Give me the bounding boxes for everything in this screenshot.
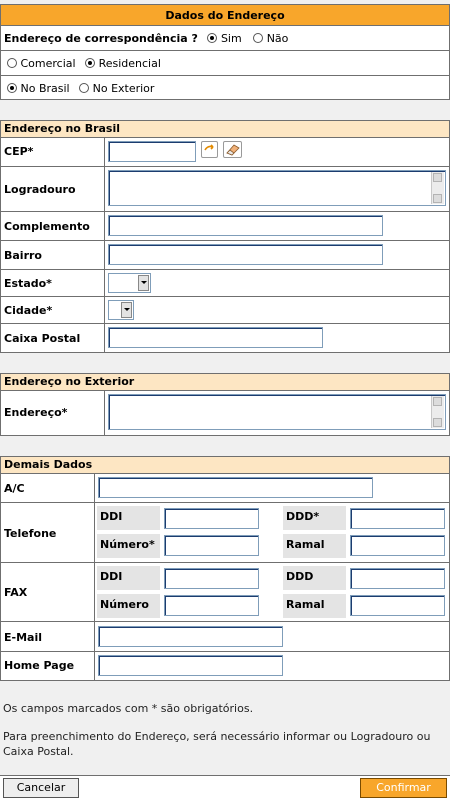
- divider: [0, 211, 450, 212]
- homepage-input[interactable]: [98, 655, 283, 676]
- logradouro-label: Logradouro: [4, 183, 76, 196]
- telefone-ramal-label: Ramal: [283, 534, 346, 558]
- radio-nao-label: Não: [266, 32, 289, 45]
- divider: [0, 166, 450, 167]
- divider: [0, 323, 450, 324]
- radio-exterior-label: No Exterior: [92, 82, 155, 95]
- complemento-input[interactable]: [108, 215, 383, 236]
- divider: [104, 390, 105, 436]
- caixa-postal-input[interactable]: [108, 327, 323, 348]
- divider: [94, 473, 95, 681]
- divider: [104, 137, 105, 353]
- complemento-label: Complemento: [4, 220, 90, 233]
- bairro-input[interactable]: [108, 244, 383, 265]
- fax-label: FAX: [4, 586, 28, 599]
- radio-comercial[interactable]: [7, 58, 17, 68]
- fax-numero-input[interactable]: [164, 595, 259, 616]
- estado-label: Estado*: [4, 277, 52, 290]
- address-type-row: Comercial Residencial: [7, 57, 447, 71]
- homepage-label: Home Page: [4, 659, 75, 672]
- telefone-numero-input[interactable]: [164, 535, 259, 556]
- telefone-ddi-input[interactable]: [164, 508, 259, 529]
- radio-sim[interactable]: [207, 33, 218, 43]
- radio-nao[interactable]: [253, 33, 264, 43]
- radio-residencial-label: Residencial: [98, 57, 161, 70]
- cep-label: CEP*: [4, 145, 34, 158]
- chevron-down-icon[interactable]: [121, 302, 132, 318]
- fax-ramal-input[interactable]: [350, 595, 445, 616]
- telefone-ramal-input[interactable]: [350, 535, 445, 556]
- fax-ddi-input[interactable]: [164, 568, 259, 589]
- eraser-icon[interactable]: [223, 141, 242, 158]
- radio-brasil-label: No Brasil: [20, 82, 70, 95]
- estado-select[interactable]: [108, 273, 151, 293]
- email-input[interactable]: [98, 626, 283, 647]
- telefone-label: Telefone: [4, 527, 57, 540]
- confirm-button[interactable]: Confirmar: [360, 778, 447, 798]
- fax-ddd-label: DDD: [283, 566, 346, 590]
- cidade-label: Cidade*: [4, 304, 53, 317]
- fax-ddi-label: DDI: [97, 566, 160, 590]
- endereco-exterior-textarea[interactable]: [108, 394, 446, 430]
- email-label: E-Mail: [4, 631, 42, 644]
- radio-residencial[interactable]: [85, 58, 96, 68]
- endereco-exterior-scrollbar[interactable]: [431, 396, 444, 428]
- telefone-numero-label: Número*: [97, 534, 160, 558]
- cidade-select[interactable]: [108, 300, 134, 320]
- demais-section-heading: Demais Dados: [0, 456, 450, 474]
- ac-label: A/C: [4, 482, 25, 495]
- logradouro-textarea[interactable]: [108, 170, 446, 206]
- telefone-ddi-label: DDI: [97, 506, 160, 530]
- divider: [0, 269, 450, 270]
- radio-comercial-label: Comercial: [20, 57, 76, 70]
- divider: [0, 240, 450, 241]
- cancel-button[interactable]: Cancelar: [3, 778, 79, 798]
- form-title: Dados do Endereço: [0, 4, 450, 26]
- fax-ramal-label: Ramal: [283, 594, 346, 618]
- cep-input[interactable]: [108, 141, 196, 162]
- ac-input[interactable]: [98, 477, 373, 498]
- correspondence-question: Endereço de correspondência ?: [4, 32, 198, 45]
- fax-ddd-input[interactable]: [350, 568, 445, 589]
- divider: [0, 502, 450, 503]
- fax-numero-label: Número: [97, 594, 160, 618]
- endereco-exterior-label: Endereço*: [4, 406, 68, 419]
- correspondence-row: Endereço de correspondência ? Sim Não: [4, 32, 444, 46]
- bairro-label: Bairro: [4, 249, 42, 262]
- chevron-down-icon[interactable]: [138, 275, 149, 291]
- brasil-section-heading: Endereço no Brasil: [0, 120, 450, 138]
- radio-exterior[interactable]: [79, 83, 90, 93]
- required-note: Os campos marcados com * são obrigatório…: [3, 702, 254, 715]
- telefone-ddd-label: DDD*: [283, 506, 346, 530]
- logradouro-scrollbar[interactable]: [431, 172, 444, 204]
- divider: [0, 562, 450, 563]
- radio-sim-label: Sim: [220, 32, 242, 45]
- divider: [0, 296, 450, 297]
- telefone-ddd-input[interactable]: [350, 508, 445, 529]
- divider: [0, 651, 450, 652]
- exterior-section-heading: Endereço no Exterior: [0, 373, 450, 391]
- divider: [0, 621, 450, 622]
- radio-brasil[interactable]: [7, 83, 17, 93]
- location-row: No Brasil No Exterior: [7, 82, 447, 96]
- instruction-note: Para preenchimento do Endereço, será nec…: [3, 729, 450, 759]
- instruction-line-1: Para preenchimento do Endereço, será nec…: [3, 730, 431, 743]
- instruction-line-2: Caixa Postal.: [3, 745, 74, 758]
- cep-search-icon[interactable]: [201, 141, 218, 158]
- caixa-postal-label: Caixa Postal: [4, 332, 81, 345]
